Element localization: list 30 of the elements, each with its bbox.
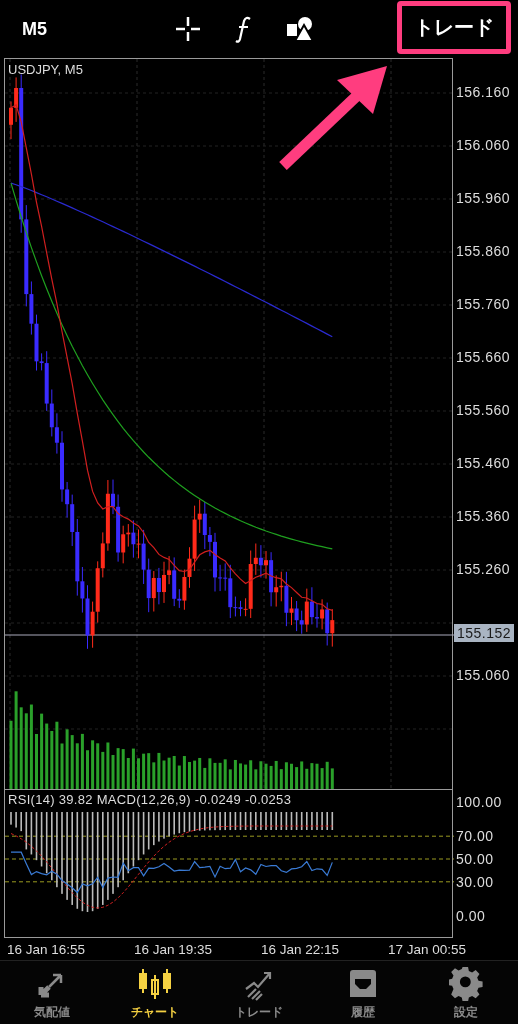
nav-tab[interactable]: チャート <box>103 961 208 1024</box>
indicator-value-label: 50.00 <box>456 851 494 867</box>
indicator-label: RSI(14) 39.82 MACD(12,26,9) -0.0249 -0.0253 <box>8 792 292 807</box>
time-label: 16 Jan 22:15 <box>261 941 341 957</box>
nav-tab[interactable]: 気配値 <box>0 961 104 1024</box>
nav-tab[interactable]: 履歴 <box>310 961 415 1024</box>
price-label: 155.860 <box>455 242 512 261</box>
price-label: 155.060 <box>455 666 512 685</box>
indicator-value-label: 70.00 <box>456 828 494 844</box>
nav-tab[interactable]: トレード <box>207 961 311 1024</box>
symbol-label: USDJPY, M5 <box>8 62 83 77</box>
price-label: 155.960 <box>455 189 512 208</box>
nav-tab[interactable]: 設定 <box>414 961 518 1024</box>
price-label: 155.260 <box>455 560 512 579</box>
price-label: 155.560 <box>455 401 512 420</box>
price-label: 155.360 <box>455 507 512 526</box>
price-label: 155.660 <box>455 348 512 367</box>
price-label: 156.060 <box>455 136 512 155</box>
timeframe-label[interactable]: M5 <box>0 18 160 40</box>
indicator-value-label: 100.00 <box>456 794 502 810</box>
indicator-value-label: 30.00 <box>456 874 494 890</box>
current-price-label: 155.152 <box>454 624 515 642</box>
time-label: 16 Jan 16:55 <box>7 941 87 957</box>
trade-button[interactable]: トレード <box>397 0 511 54</box>
price-label: 155.760 <box>455 295 512 314</box>
price-label: 155.460 <box>455 454 512 473</box>
time-label: 17 Jan 00:55 <box>388 941 468 957</box>
time-label: 16 Jan 19:35 <box>134 941 214 957</box>
price-label: 156.160 <box>455 83 512 102</box>
indicator-value-label: 0.00 <box>456 908 486 924</box>
